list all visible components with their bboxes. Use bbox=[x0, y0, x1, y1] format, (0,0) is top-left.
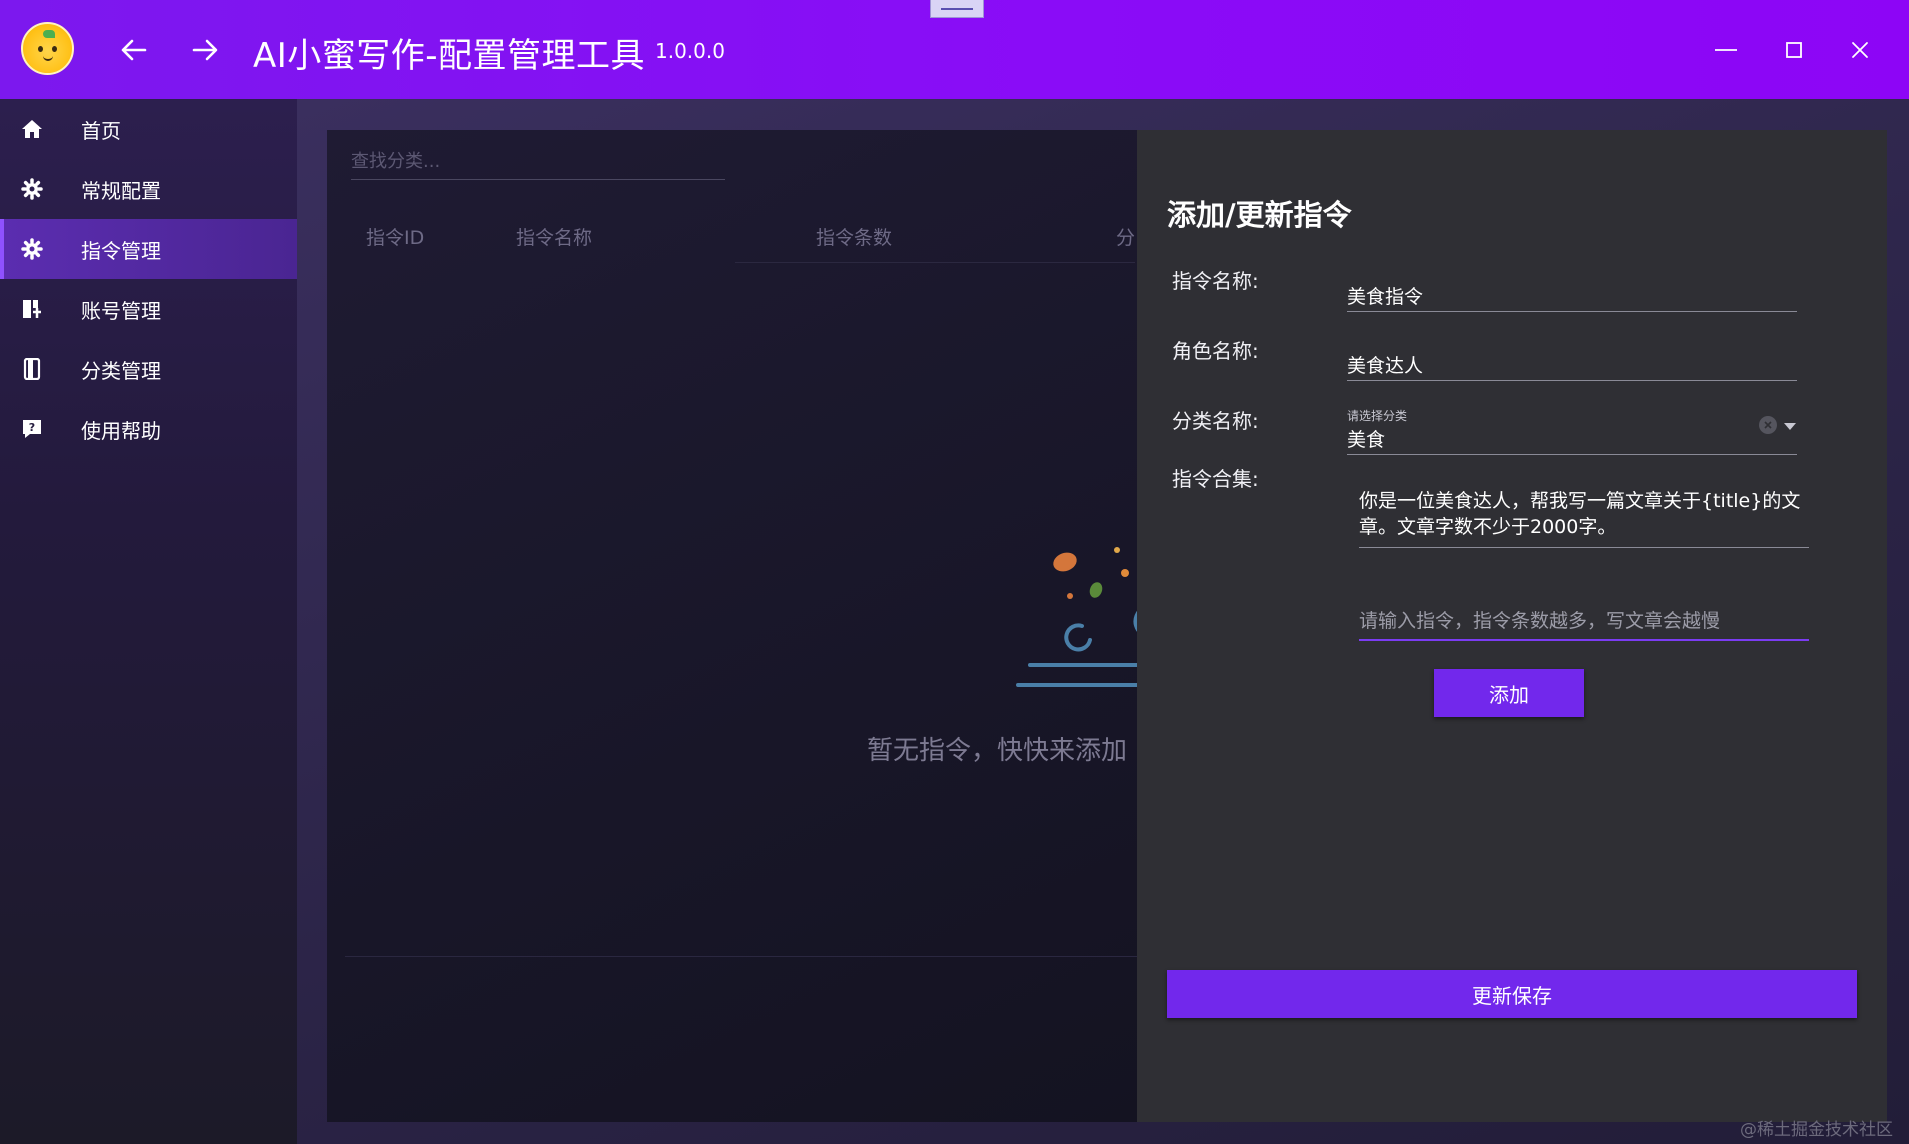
edit-command-drawer: 添加/更新指令 指令名称: 美食指令 角色名称: 美食达人 分类名称: 请选择分… bbox=[1137, 130, 1887, 1122]
command-collection-label: 指令合集: bbox=[1172, 467, 1259, 491]
command-name-field[interactable]: 美食指令 bbox=[1347, 274, 1797, 312]
app-window: AI小蜜写作-配置管理工具 1.0.0.0 首页 常规配置 指令管理 账号管理 … bbox=[0, 0, 1909, 1144]
arrow-left-icon bbox=[121, 39, 147, 61]
close-icon bbox=[1852, 42, 1868, 58]
app-title: AI小蜜写作-配置管理工具 bbox=[253, 36, 646, 76]
account-icon bbox=[20, 298, 44, 320]
sidebar-item-general-config[interactable]: 常规配置 bbox=[0, 159, 297, 219]
sidebar-item-label: 指令管理 bbox=[81, 239, 161, 263]
title-bar[interactable]: AI小蜜写作-配置管理工具 1.0.0.0 bbox=[0, 0, 1909, 99]
arrow-right-icon bbox=[192, 39, 218, 61]
sidebar-item-label: 账号管理 bbox=[81, 299, 161, 323]
sidebar-item-help[interactable]: ? 使用帮助 bbox=[0, 399, 297, 459]
gear-icon bbox=[20, 238, 44, 260]
app-logo-icon bbox=[21, 22, 74, 75]
maximize-button[interactable] bbox=[1774, 30, 1814, 70]
close-button[interactable] bbox=[1840, 30, 1880, 70]
sidebar-item-category-management[interactable]: 分类管理 bbox=[0, 339, 297, 399]
column-header-command-count[interactable]: 指令条数 bbox=[816, 223, 892, 250]
command-item-text[interactable]: 你是一位美食达人，帮我写一篇文章关于{title}的文章。文章字数不少于2000… bbox=[1359, 488, 1809, 548]
add-command-button[interactable]: 添加 bbox=[1434, 669, 1584, 717]
watermark-text: @稀土掘金技术社区 bbox=[1740, 1120, 1893, 1140]
role-name-label: 角色名称: bbox=[1172, 339, 1259, 363]
list-footer-divider bbox=[345, 956, 1137, 957]
column-header-category[interactable]: 分 bbox=[1116, 223, 1135, 250]
category-name-label: 分类名称: bbox=[1172, 409, 1259, 433]
empty-state-illustration bbox=[1010, 540, 1142, 710]
minimize-icon bbox=[1715, 49, 1737, 51]
maximize-icon bbox=[1786, 42, 1802, 58]
command-name-label: 指令名称: bbox=[1172, 269, 1259, 293]
table-header-divider bbox=[735, 262, 1135, 263]
book-icon bbox=[20, 358, 44, 380]
help-chat-icon: ? bbox=[20, 418, 44, 440]
drawer-title: 添加/更新指令 bbox=[1167, 198, 1352, 232]
column-header-command-name[interactable]: 指令名称 bbox=[516, 223, 592, 250]
sidebar-item-label: 使用帮助 bbox=[81, 419, 161, 443]
category-select-hint: 请选择分类 bbox=[1347, 409, 1408, 423]
sidebar-item-label: 分类管理 bbox=[81, 359, 161, 383]
forward-button[interactable] bbox=[185, 30, 225, 70]
category-search-input[interactable] bbox=[351, 144, 725, 180]
home-icon bbox=[20, 118, 44, 140]
category-select[interactable]: 美食 bbox=[1347, 423, 1797, 455]
empty-state-text: 暂无指令，快快来添加 bbox=[867, 736, 1128, 766]
sidebar-item-home[interactable]: 首页 bbox=[0, 99, 297, 159]
sidebar: 首页 常规配置 指令管理 账号管理 分类管理 ? 使用帮助 bbox=[0, 99, 297, 1144]
role-name-field[interactable]: 美食达人 bbox=[1347, 343, 1797, 381]
clear-selection-icon[interactable] bbox=[1759, 416, 1777, 434]
chevron-down-icon[interactable] bbox=[1784, 423, 1796, 430]
gear-icon bbox=[20, 178, 44, 200]
sidebar-item-command-management[interactable]: 指令管理 bbox=[0, 219, 297, 279]
sidebar-item-label: 常规配置 bbox=[81, 179, 161, 203]
sidebar-item-label: 首页 bbox=[81, 119, 121, 143]
minimize-button[interactable] bbox=[1706, 30, 1746, 70]
drag-handle[interactable] bbox=[930, 0, 984, 18]
new-command-input[interactable] bbox=[1359, 603, 1809, 641]
svg-text:?: ? bbox=[29, 421, 35, 434]
column-header-command-id[interactable]: 指令ID bbox=[366, 223, 424, 250]
sidebar-item-account-management[interactable]: 账号管理 bbox=[0, 279, 297, 339]
back-button[interactable] bbox=[114, 30, 154, 70]
update-save-button[interactable]: 更新保存 bbox=[1167, 970, 1857, 1018]
app-version: 1.0.0.0 bbox=[655, 39, 725, 63]
